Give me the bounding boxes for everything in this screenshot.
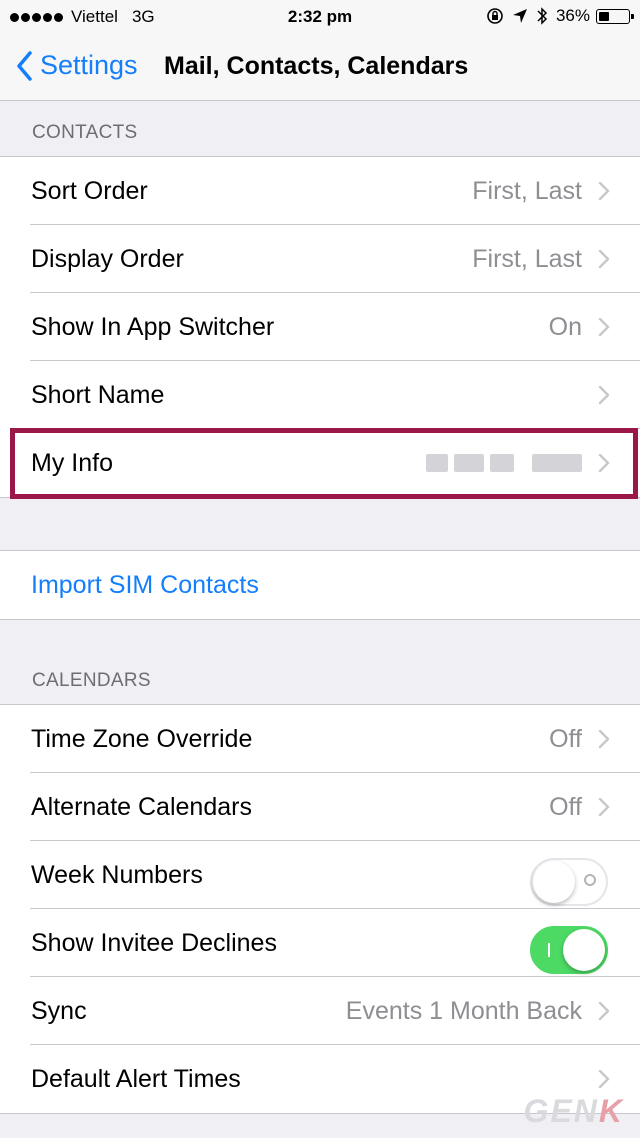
location-icon: [512, 8, 528, 24]
calendars-group: Time Zone Override Off Alternate Calenda…: [0, 704, 640, 1114]
row-value: First, Last: [472, 244, 582, 273]
genk-watermark-logo: GENK: [523, 1093, 624, 1129]
week-numbers-toggle[interactable]: [530, 858, 608, 906]
import-sim-contacts-button[interactable]: Import SIM Contacts: [0, 551, 640, 619]
chevron-right-icon: [598, 797, 610, 817]
row-label: Import SIM Contacts: [31, 570, 259, 599]
contacts-section-header: CONTACTS: [32, 122, 138, 143]
chevron-right-icon: [598, 181, 610, 201]
redacted-name: [426, 454, 582, 472]
week-numbers-row: Week Numbers: [0, 841, 640, 909]
navigation-bar: Settings Mail, Contacts, Calendars: [0, 36, 640, 101]
chevron-right-icon: [598, 729, 610, 749]
page-title: Mail, Contacts, Calendars: [164, 52, 469, 80]
show-in-app-switcher-row[interactable]: Show In App Switcher On: [0, 293, 640, 361]
row-label: Short Name: [31, 380, 165, 409]
contacts-group: Sort Order First, Last Display Order Fir…: [0, 156, 640, 498]
toggle-on-mark: [548, 943, 550, 957]
row-label: Show Invitee Declines: [31, 928, 277, 957]
toggle-knob: [533, 861, 575, 903]
chevron-left-icon: [17, 50, 32, 81]
chevron-right-icon: [598, 1001, 610, 1021]
toggle-off-mark: [584, 874, 596, 886]
display-order-row[interactable]: Display Order First, Last: [0, 225, 640, 293]
rotation-lock-icon: [486, 7, 504, 25]
alternate-calendars-row[interactable]: Alternate Calendars Off: [0, 773, 640, 841]
battery-percent: 36%: [555, 6, 590, 25]
row-value: Off: [549, 724, 582, 753]
row-value: Off: [549, 792, 582, 821]
row-label: Show In App Switcher: [31, 312, 275, 341]
sort-order-row[interactable]: Sort Order First, Last: [0, 157, 640, 225]
row-label: Sort Order: [31, 176, 148, 205]
bluetooth-icon: [536, 6, 548, 26]
chevron-right-icon: [598, 1069, 610, 1089]
status-right: 36%: [486, 6, 634, 26]
sync-row[interactable]: Sync Events 1 Month Back: [0, 977, 640, 1045]
short-name-row[interactable]: Short Name: [0, 361, 640, 429]
time-zone-override-row[interactable]: Time Zone Override Off: [0, 705, 640, 773]
import-group: Import SIM Contacts: [0, 550, 640, 620]
row-label: Alternate Calendars: [31, 792, 252, 821]
chevron-right-icon: [598, 317, 610, 337]
battery-icon: [596, 8, 634, 24]
show-invitee-declines-row: Show Invitee Declines: [0, 909, 640, 977]
row-label: Sync: [31, 996, 87, 1025]
row-value: Events 1 Month Back: [345, 996, 582, 1025]
calendars-section-header: CALENDARS: [32, 670, 151, 691]
row-label: Time Zone Override: [31, 724, 253, 753]
battery-level: [599, 11, 609, 21]
back-button[interactable]: Settings: [16, 50, 138, 81]
show-invitee-declines-toggle[interactable]: [530, 926, 608, 974]
row-value: First, Last: [472, 176, 582, 205]
chevron-right-icon: [598, 249, 610, 269]
row-label: My Info: [31, 448, 113, 477]
my-info-row[interactable]: My Info: [0, 429, 640, 497]
settings-screen: Viettel 3G 2:32 pm 36% Settings Mail, Co…: [0, 0, 640, 1138]
chevron-right-icon: [598, 385, 610, 405]
row-label: Default Alert Times: [31, 1064, 241, 1093]
chevron-right-icon: [598, 453, 610, 473]
toggle-knob: [563, 929, 605, 971]
row-label: Week Numbers: [31, 860, 203, 889]
back-button-label: Settings: [40, 50, 138, 80]
row-label: Display Order: [31, 244, 184, 273]
row-value: On: [548, 312, 582, 341]
status-bar: Viettel 3G 2:32 pm 36%: [0, 0, 640, 36]
